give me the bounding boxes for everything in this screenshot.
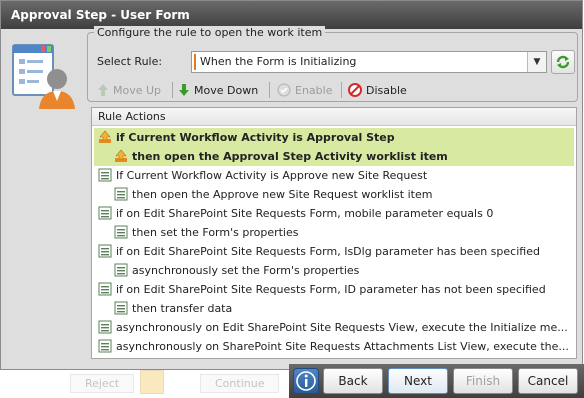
move-up-button[interactable]: Move Up bbox=[97, 82, 161, 98]
enable-button[interactable]: Enable bbox=[277, 82, 332, 98]
rule-row-label: if on Edit SharePoint Site Requests Form… bbox=[116, 283, 546, 296]
toolbar-divider bbox=[172, 82, 173, 98]
move-up-label: Move Up bbox=[113, 83, 162, 97]
list-icon bbox=[114, 187, 128, 201]
background-continue-button: Continue bbox=[200, 374, 280, 393]
disable-icon bbox=[348, 83, 362, 97]
rule-row[interactable]: asynchronously set the Form's properties bbox=[94, 261, 574, 280]
rule-row-label: if Current Workflow Activity is Approval… bbox=[116, 131, 395, 144]
list-icon bbox=[98, 282, 112, 296]
select-accent-bar bbox=[194, 54, 196, 70]
select-rule-value: When the Form is Initializing bbox=[200, 55, 357, 68]
rule-row[interactable]: asynchronously on Edit SharePoint Site R… bbox=[94, 318, 574, 337]
rule-row[interactable]: if on Edit SharePoint Site Requests Form… bbox=[94, 242, 574, 261]
rule-row-label: then transfer data bbox=[132, 302, 233, 315]
rule-row-label: If Current Workflow Activity is Approve … bbox=[116, 169, 428, 182]
rule-row-label: then open the Approve new Site Request w… bbox=[132, 188, 433, 201]
approval-icon bbox=[98, 130, 112, 144]
rule-actions-panel: Rule Actions if Current Workflow Activit… bbox=[91, 107, 577, 359]
enable-label: Enable bbox=[295, 83, 333, 97]
arrow-up-icon bbox=[98, 84, 108, 96]
list-icon bbox=[98, 339, 112, 353]
rule-row[interactable]: then set the Form's properties bbox=[94, 223, 574, 242]
rule-row-label: then set the Form's properties bbox=[132, 226, 299, 239]
rule-row[interactable]: then open the Approve new Site Request w… bbox=[94, 185, 574, 204]
move-down-label: Move Down bbox=[194, 83, 259, 97]
refresh-button[interactable] bbox=[551, 50, 575, 74]
rule-row[interactable]: then transfer data bbox=[94, 299, 574, 318]
rule-row-label: if on Edit SharePoint Site Requests Form… bbox=[116, 245, 540, 258]
move-down-button[interactable]: Move Down bbox=[178, 82, 258, 98]
toolbar-divider bbox=[269, 82, 270, 98]
rule-row-label: asynchronously on SharePoint Site Reques… bbox=[116, 340, 569, 353]
approval-step-dialog: Approval Step - User Form Configure the … bbox=[0, 0, 583, 370]
enable-icon bbox=[277, 83, 291, 97]
rule-row[interactable]: if Current Workflow Activity is Approval… bbox=[94, 128, 574, 147]
rule-row[interactable]: asynchronously on SharePoint Site Reques… bbox=[94, 337, 574, 356]
rule-row-label: if on Edit SharePoint Site Requests Form… bbox=[116, 207, 494, 220]
rule-row-label: then open the Approval Step Activity wor… bbox=[132, 150, 448, 163]
list-icon bbox=[98, 244, 112, 258]
back-button[interactable]: Back bbox=[323, 368, 383, 394]
rule-row-label: asynchronously on Edit SharePoint Site R… bbox=[116, 321, 568, 334]
rule-row[interactable]: then open the Approval Step Activity wor… bbox=[94, 147, 574, 166]
next-button[interactable]: Next bbox=[388, 368, 448, 394]
cancel-button[interactable]: Cancel bbox=[518, 368, 578, 394]
dialog-title: Approval Step - User Form bbox=[1, 1, 582, 29]
rule-row[interactable]: if on Edit SharePoint Site Requests Form… bbox=[94, 280, 574, 299]
select-rule-dropdown[interactable]: When the Form is Initializing ▼ bbox=[191, 51, 547, 73]
background-reject-button: Reject bbox=[70, 374, 135, 393]
select-rule-label: Select Rule: bbox=[97, 55, 163, 68]
toolbar-divider bbox=[341, 82, 342, 98]
user-form-icon bbox=[11, 41, 77, 111]
chevron-down-icon[interactable]: ▼ bbox=[527, 52, 546, 72]
info-icon bbox=[296, 371, 316, 391]
disable-button[interactable]: Disable bbox=[348, 82, 407, 98]
list-icon bbox=[114, 225, 128, 239]
list-icon bbox=[114, 263, 128, 277]
rule-row[interactable]: if on Edit SharePoint Site Requests Form… bbox=[94, 204, 574, 223]
rule-row-label: asynchronously set the Form's properties bbox=[132, 264, 360, 277]
background-icon bbox=[140, 370, 164, 394]
list-icon bbox=[98, 206, 112, 220]
list-icon bbox=[114, 301, 128, 315]
rule-actions-header: Rule Actions bbox=[92, 108, 576, 126]
refresh-icon bbox=[556, 55, 570, 69]
finish-button[interactable]: Finish bbox=[453, 368, 513, 394]
configure-rule-legend: Configure the rule to open the work item bbox=[94, 26, 326, 39]
list-icon bbox=[98, 320, 112, 334]
arrow-down-icon bbox=[179, 84, 189, 96]
rule-row[interactable]: If Current Workflow Activity is Approve … bbox=[94, 166, 574, 185]
approval-icon bbox=[114, 149, 128, 163]
list-icon bbox=[98, 168, 112, 182]
info-button[interactable] bbox=[293, 368, 319, 394]
disable-label: Disable bbox=[366, 83, 407, 97]
